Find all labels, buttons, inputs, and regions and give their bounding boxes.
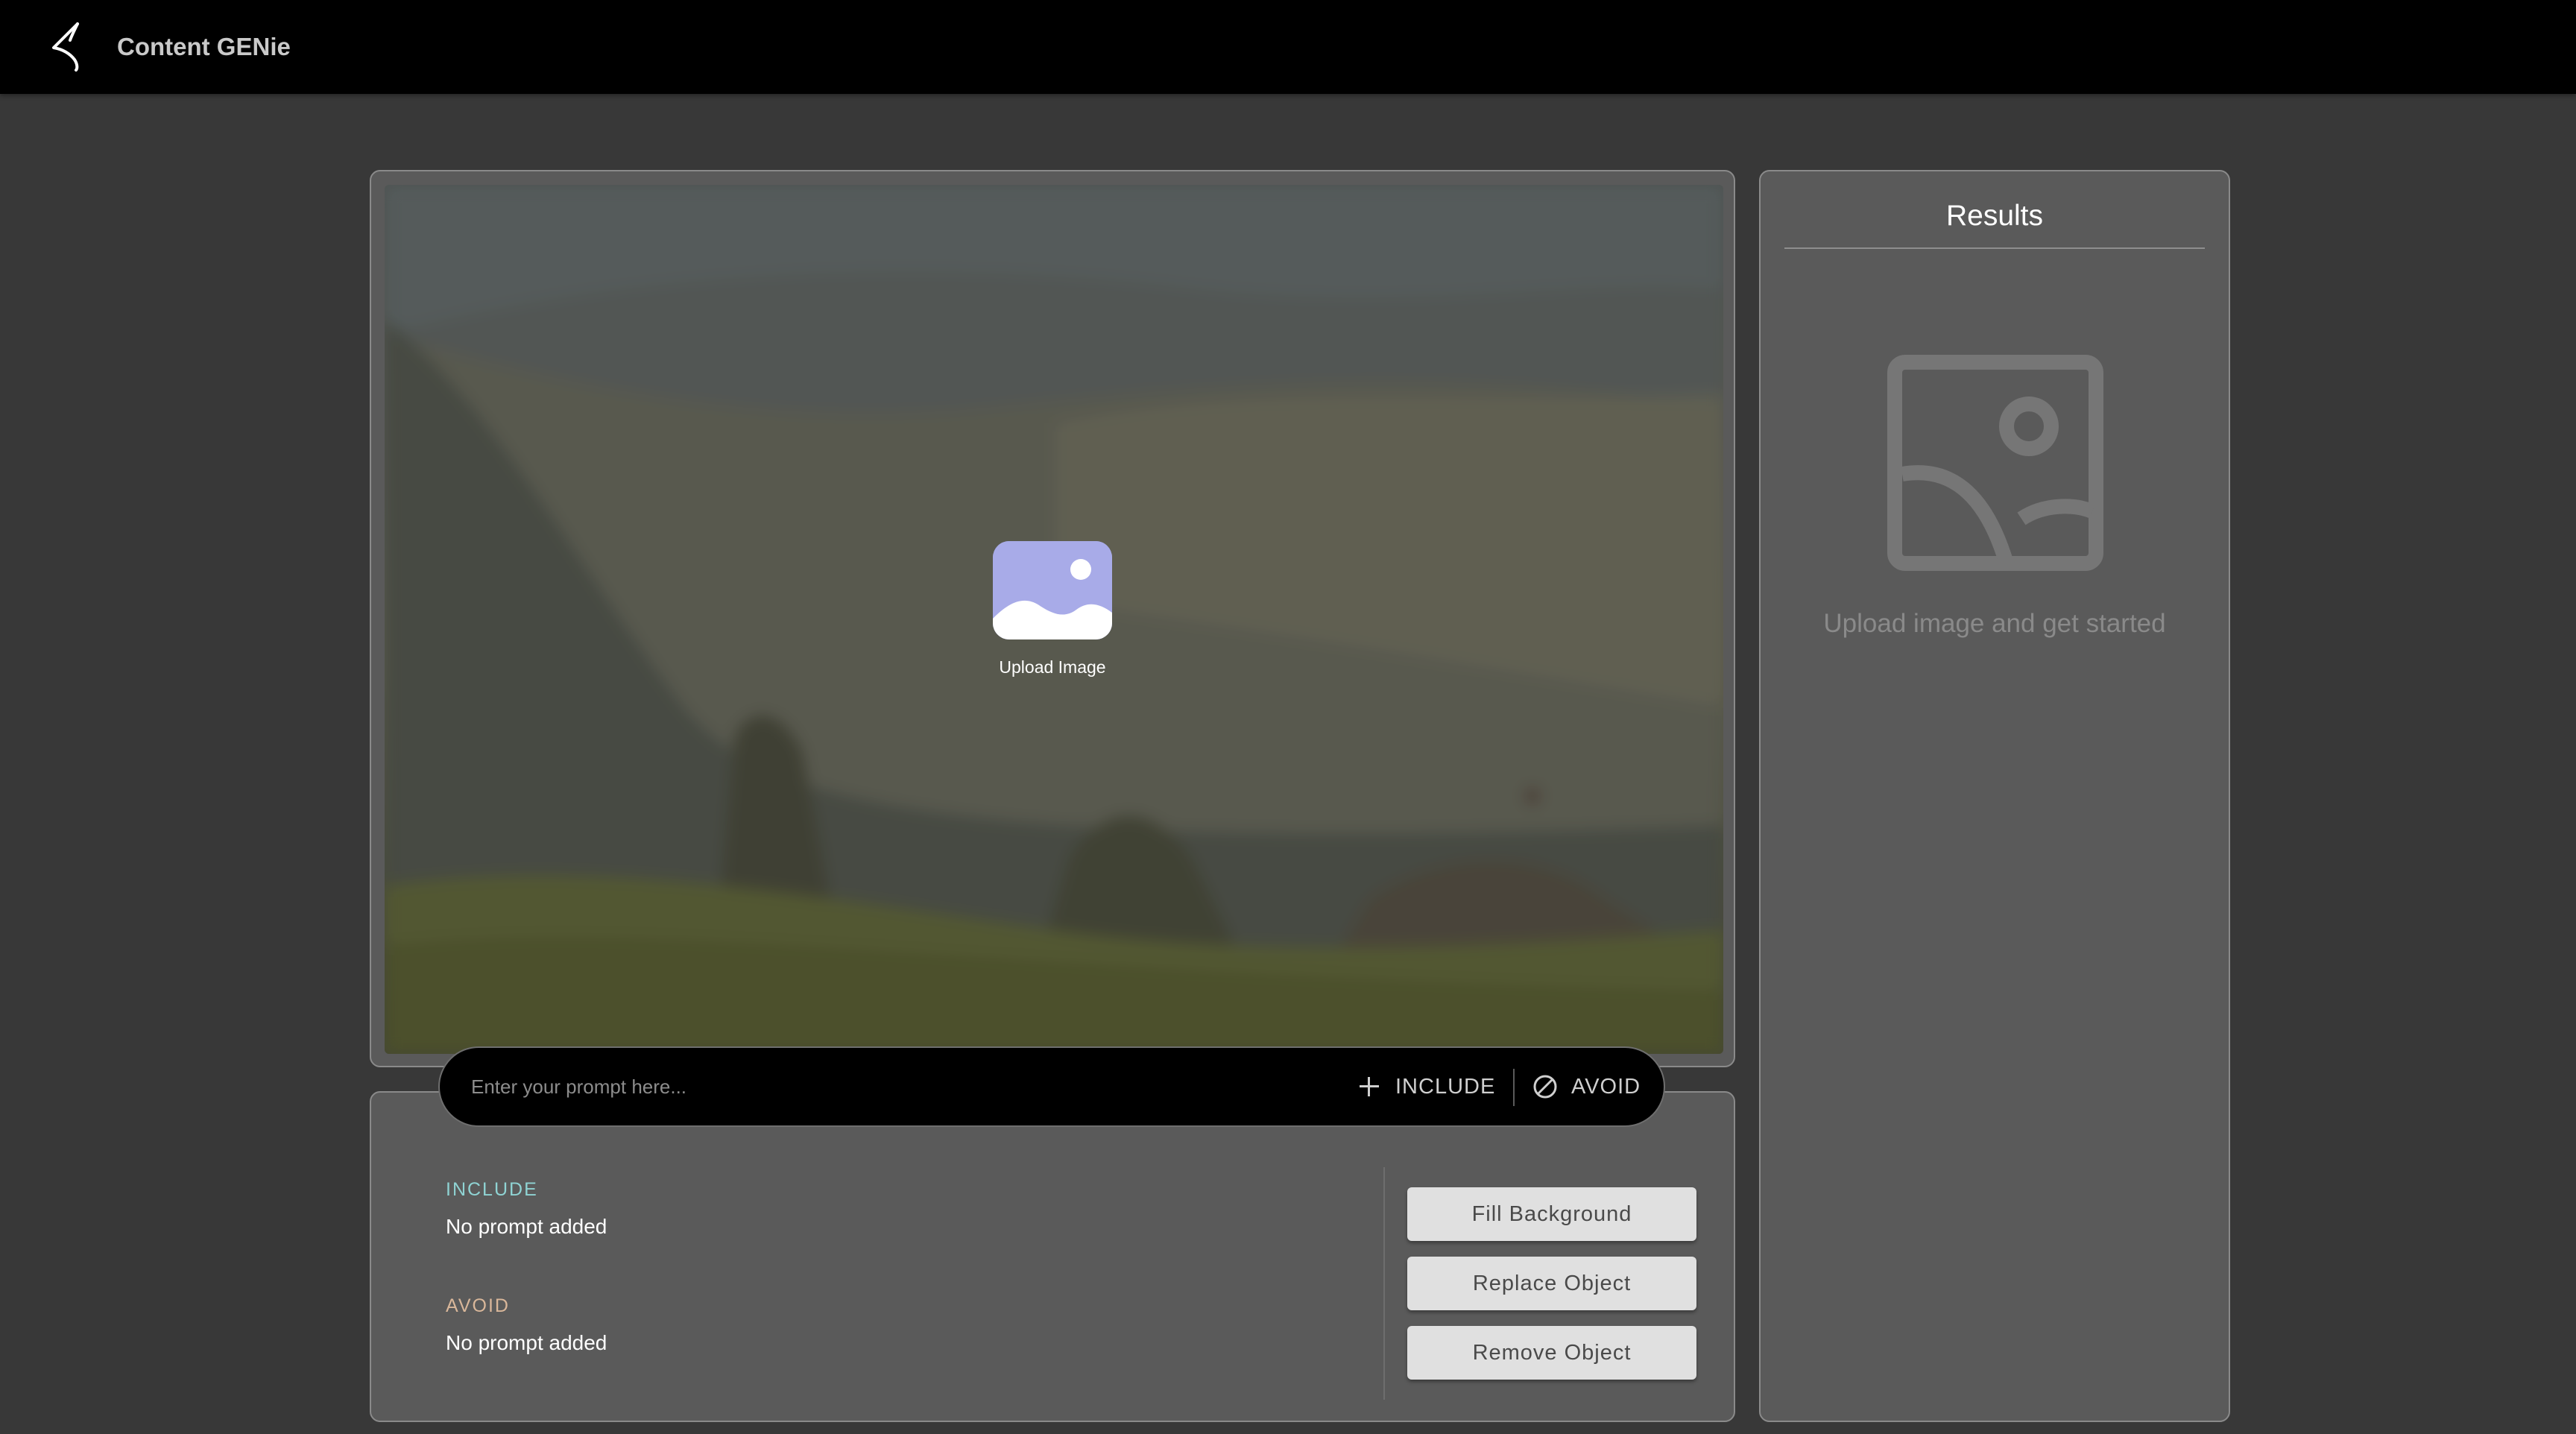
- ban-icon: [1533, 1075, 1557, 1099]
- include-button-label: INCLUDE: [1395, 1074, 1496, 1099]
- results-title: Results: [1945, 200, 2044, 232]
- prompt-bar: INCLUDE AVOID: [438, 1046, 1665, 1127]
- actions-divider: [1383, 1167, 1385, 1400]
- avoid-prompt-value: No prompt added: [446, 1331, 607, 1354]
- include-button[interactable]: INCLUDE: [1358, 1067, 1495, 1106]
- replace-object-button[interactable]: Replace Object: [1407, 1257, 1696, 1310]
- swoosh-logo-icon[interactable]: [48, 21, 89, 72]
- include-prompt-value: No prompt added: [446, 1215, 607, 1238]
- results-divider: [1784, 247, 2205, 249]
- results-panel: Results Upload image and get started: [1759, 170, 2230, 1422]
- prompt-input[interactable]: [470, 1066, 1334, 1108]
- image-icon: [993, 541, 1112, 639]
- avoid-button-label: AVOID: [1571, 1074, 1641, 1099]
- include-section-label: INCLUDE: [446, 1179, 538, 1200]
- app-title: Content GENie: [117, 33, 291, 60]
- fill-background-button[interactable]: Fill Background: [1407, 1187, 1696, 1241]
- upload-image-button[interactable]: Upload Image: [972, 541, 1133, 683]
- image-placeholder-icon: [1887, 355, 2103, 571]
- prompt-bar-divider: [1513, 1069, 1515, 1106]
- avoid-section-label: AVOID: [446, 1295, 510, 1316]
- remove-object-button[interactable]: Remove Object: [1407, 1326, 1696, 1380]
- avoid-button[interactable]: AVOID: [1532, 1067, 1641, 1106]
- plus-icon: [1358, 1076, 1380, 1098]
- top-app-bar: Content GENie: [0, 0, 2576, 94]
- upload-image-label: Upload Image: [999, 657, 1106, 677]
- results-placeholder-text: Upload image and get started: [1823, 609, 2166, 638]
